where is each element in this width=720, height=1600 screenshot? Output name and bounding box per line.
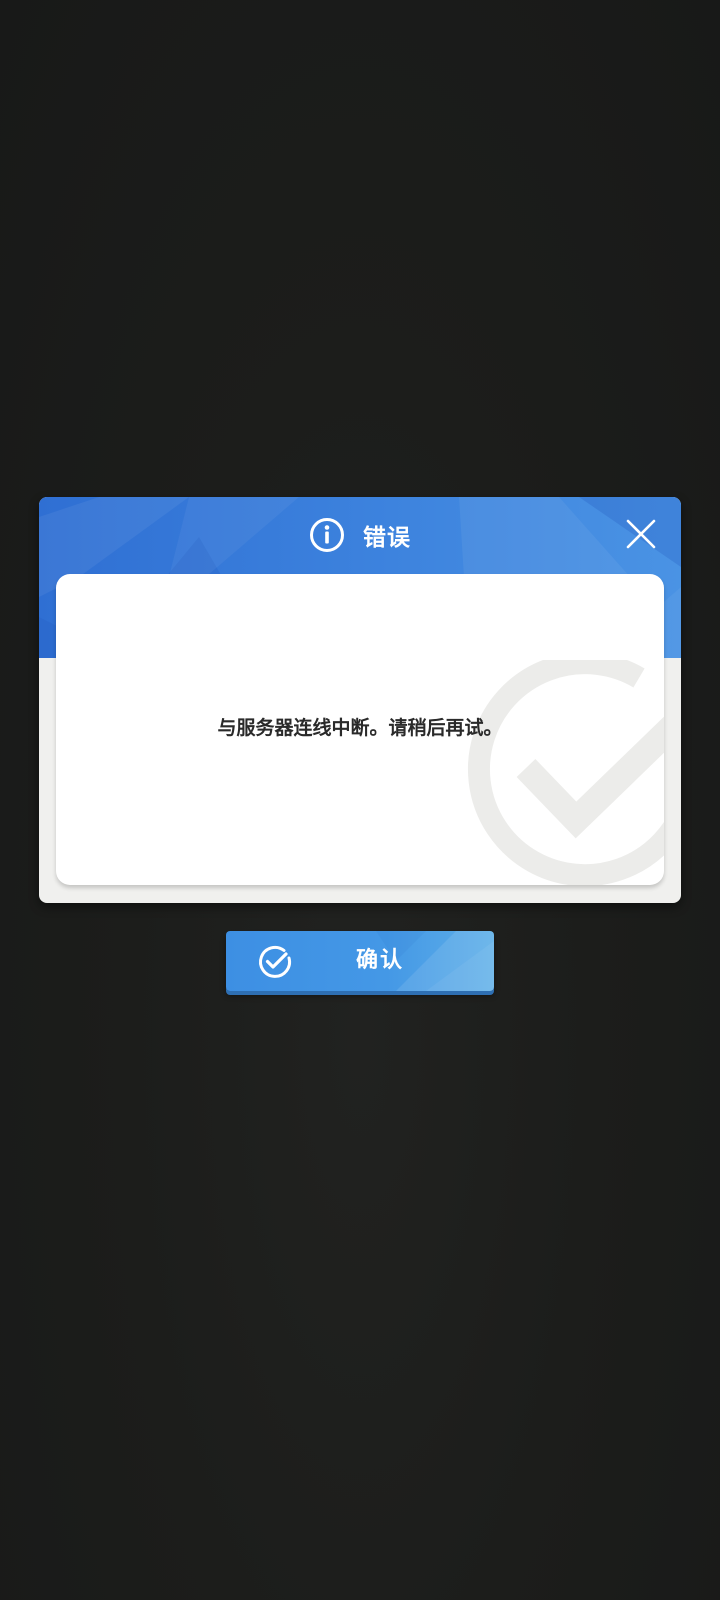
dialog-body: 与服务器连线中断。请稍后再试。 [56,574,664,885]
confirm-button-label: 确认 [355,948,404,973]
close-button[interactable] [624,517,658,551]
close-icon [626,519,656,549]
info-icon [310,518,344,552]
dialog-message: 与服务器连线中断。请稍后再试。 [217,717,503,739]
dialog-title: 错误 [363,525,411,551]
error-dialog: 错误 与服务器连线中断。请稍后再试。 [39,497,681,903]
check-circle-icon [467,660,664,885]
dialog-title-group: 错误 [39,515,681,555]
confirm-button[interactable]: 确认 [226,931,494,991]
